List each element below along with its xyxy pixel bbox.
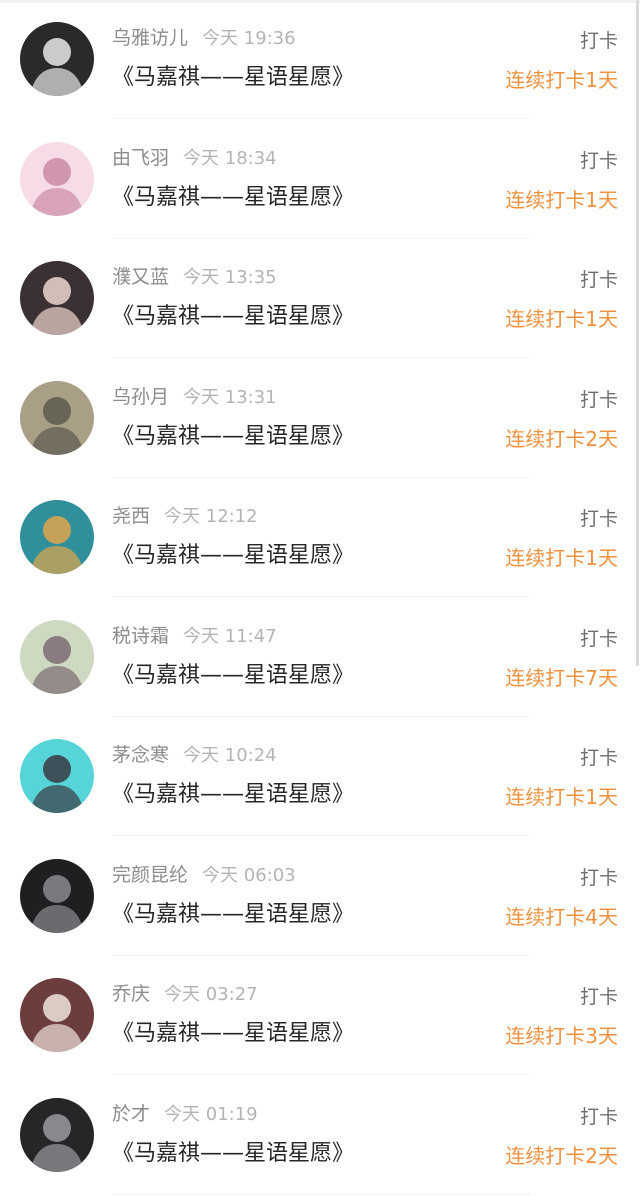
- user-name-text[interactable]: 於才: [112, 1103, 150, 1125]
- checkin-label: 打卡: [579, 150, 618, 172]
- song-title[interactable]: 《马嘉祺——星语星愿》: [112, 900, 354, 930]
- row-divider: [112, 357, 530, 358]
- avatar-teal-cartoon[interactable]: [20, 500, 94, 574]
- avatar-girl-photo[interactable]: [20, 261, 94, 335]
- user-name-text[interactable]: 由飞羽: [112, 147, 169, 169]
- user-meta: 完颜昆纶 今天 06:03: [112, 863, 296, 888]
- user-meta: 濮又蓝 今天 13:35: [112, 265, 277, 290]
- list-item[interactable]: 乌孙月 今天 13:31 《马嘉祺——星语星愿》 打卡连续打卡2天: [0, 359, 640, 478]
- user-name-text[interactable]: 乌孙月: [112, 386, 169, 408]
- list-item[interactable]: 由飞羽 今天 18:34 《马嘉祺——星语星愿》 打卡连续打卡1天: [0, 120, 640, 239]
- song-title[interactable]: 《马嘉祺——星语星愿》: [112, 422, 354, 452]
- timestamp: 今天 12:12: [164, 506, 258, 527]
- song-title[interactable]: 《马嘉祺——星语星愿》: [112, 1019, 354, 1049]
- streak-count: 连续打卡1天: [505, 188, 618, 212]
- timestamp: 今天 01:19: [164, 1104, 258, 1125]
- user-name-text[interactable]: 茅念寒: [112, 744, 169, 766]
- song-title[interactable]: 《马嘉祺——星语星愿》: [112, 661, 354, 691]
- user-meta: 尧西 今天 12:12: [112, 504, 258, 529]
- avatar-dark-portrait[interactable]: [20, 1098, 94, 1172]
- checkin-label: 打卡: [579, 747, 618, 769]
- checkin-label: 打卡: [579, 30, 618, 52]
- scrollbar[interactable]: [636, 0, 639, 666]
- avatar-cyan-anime[interactable]: [20, 739, 94, 813]
- avatar-dark-boy[interactable]: [20, 859, 94, 933]
- timestamp: 今天 03:27: [164, 984, 258, 1005]
- timestamp: 今天 11:47: [183, 626, 277, 647]
- checkin-label: 打卡: [579, 986, 618, 1008]
- list-item[interactable]: 尧西 今天 12:12 《马嘉祺——星语星愿》 打卡连续打卡1天: [0, 478, 640, 597]
- checkin-label: 打卡: [579, 508, 618, 530]
- avatar-hanfu-girl[interactable]: [20, 978, 94, 1052]
- list-item[interactable]: 於才 今天 01:19 《马嘉祺——星语星愿》 打卡连续打卡2天: [0, 1076, 640, 1195]
- user-meta: 乌孙月 今天 13:31: [112, 385, 277, 410]
- song-title[interactable]: 《马嘉祺——星语星愿》: [112, 780, 354, 810]
- timestamp: 今天 18:34: [183, 148, 277, 169]
- row-divider: [112, 835, 530, 836]
- list-item[interactable]: 乔庆 今天 03:27 《马嘉祺——星语星愿》 打卡连续打卡3天: [0, 956, 640, 1075]
- row-divider: [112, 596, 530, 597]
- song-title[interactable]: 《马嘉祺——星语星愿》: [112, 63, 354, 93]
- checkin-label: 打卡: [579, 1106, 618, 1128]
- song-title[interactable]: 《马嘉祺——星语星愿》: [112, 1139, 354, 1169]
- user-name-text[interactable]: 尧西: [112, 505, 150, 527]
- user-meta: 乌雅访儿 今天 19:36: [112, 26, 296, 51]
- streak-count: 连续打卡4天: [505, 905, 618, 929]
- user-name-text[interactable]: 乌雅访儿: [112, 27, 188, 49]
- timestamp: 今天 13:35: [183, 267, 277, 288]
- timestamp: 今天 13:31: [183, 387, 277, 408]
- checkin-label: 打卡: [579, 867, 618, 889]
- row-divider: [112, 1074, 530, 1075]
- avatar-pink-anime-girl[interactable]: [20, 142, 94, 216]
- checkin-label: 打卡: [579, 389, 618, 411]
- streak-count: 连续打卡2天: [505, 1144, 618, 1168]
- streak-count: 连续打卡1天: [505, 68, 618, 92]
- user-meta: 由飞羽 今天 18:34: [112, 146, 277, 171]
- row-divider: [112, 118, 530, 119]
- checkin-label: 打卡: [579, 269, 618, 291]
- list-item[interactable]: 乌雅访儿 今天 19:36 《马嘉祺——星语星愿》 打卡连续打卡1天: [0, 0, 640, 119]
- song-title[interactable]: 《马嘉祺——星语星愿》: [112, 541, 354, 571]
- song-title[interactable]: 《马嘉祺——星语星愿》: [112, 302, 354, 332]
- streak-count: 连续打卡1天: [505, 307, 618, 331]
- row-divider: [112, 1194, 530, 1195]
- user-meta: 税诗霜 今天 11:47: [112, 624, 277, 649]
- list-item[interactable]: 完颜昆纶 今天 06:03 《马嘉祺——星语星愿》 打卡连续打卡4天: [0, 837, 640, 956]
- timestamp: 今天 06:03: [202, 865, 296, 886]
- user-name-text[interactable]: 税诗霜: [112, 625, 169, 647]
- timestamp: 今天 19:36: [202, 28, 296, 49]
- user-meta: 於才 今天 01:19: [112, 1102, 258, 1127]
- avatar-seated-person[interactable]: [20, 381, 94, 455]
- avatar-girl-flowers[interactable]: [20, 620, 94, 694]
- timestamp: 今天 10:24: [183, 745, 277, 766]
- streak-count: 连续打卡7天: [505, 666, 618, 690]
- user-name-text[interactable]: 乔庆: [112, 983, 150, 1005]
- checkin-label: 打卡: [579, 628, 618, 650]
- streak-count: 连续打卡3天: [505, 1024, 618, 1048]
- song-title[interactable]: 《马嘉祺——星语星愿》: [112, 183, 354, 213]
- user-name-text[interactable]: 完颜昆纶: [112, 864, 188, 886]
- streak-count: 连续打卡1天: [505, 785, 618, 809]
- user-meta: 茅念寒 今天 10:24: [112, 743, 277, 768]
- list-item[interactable]: 茅念寒 今天 10:24 《马嘉祺——星语星愿》 打卡连续打卡1天: [0, 717, 640, 836]
- streak-count: 连续打卡1天: [505, 546, 618, 570]
- user-name-text[interactable]: 濮又蓝: [112, 266, 169, 288]
- streak-count: 连续打卡2天: [505, 427, 618, 451]
- avatar-bw-boy[interactable]: [20, 22, 94, 96]
- list-item[interactable]: 濮又蓝 今天 13:35 《马嘉祺——星语星愿》 打卡连续打卡1天: [0, 239, 640, 358]
- list-item[interactable]: 税诗霜 今天 11:47 《马嘉祺——星语星愿》 打卡连续打卡7天: [0, 598, 640, 717]
- user-meta: 乔庆 今天 03:27: [112, 982, 258, 1007]
